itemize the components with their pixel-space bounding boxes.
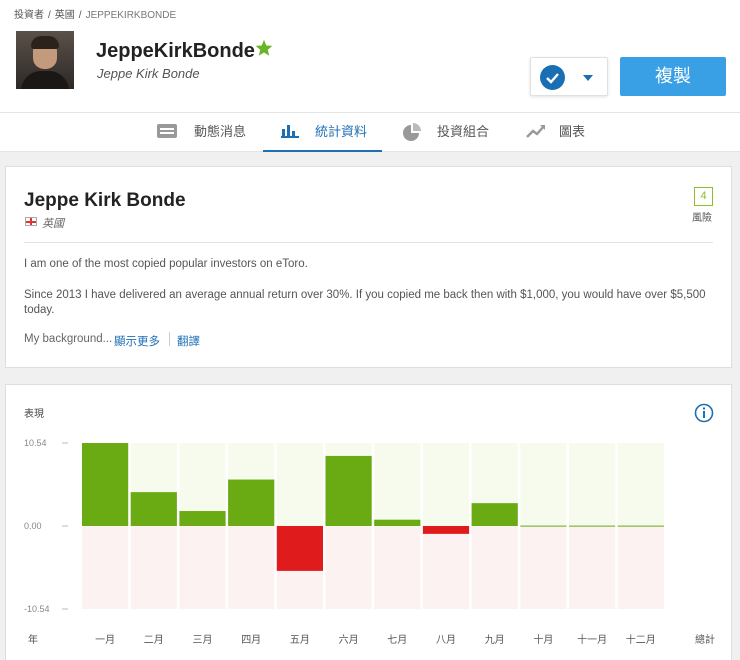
breadcrumb-country[interactable]: 英國 xyxy=(55,10,75,21)
tab-stats-label: 統計資料 xyxy=(315,124,368,139)
chart-column-bg xyxy=(520,526,567,609)
watchlist-dropdown-button[interactable] xyxy=(530,57,608,96)
performance-card: 表現 10.54 0.00 -10.54 年一月 二月 三月 四月 五月 六月 七月 八月 九月 十月十… xyxy=(5,384,732,660)
feed-icon xyxy=(157,124,177,138)
x-tick-label: 六月 xyxy=(339,634,359,646)
chart-bar xyxy=(179,511,226,526)
link-separator xyxy=(169,332,170,346)
chart-column-bg xyxy=(82,526,129,609)
breadcrumb: 投資者 / 英國 / JEPPEKIRKBONDE xyxy=(14,6,180,21)
x-tick-label: 九月 xyxy=(485,634,505,646)
copy-button[interactable]: 複製 xyxy=(620,57,726,96)
x-tick-label: 十一月 xyxy=(577,633,607,646)
pie-chart-icon xyxy=(403,123,421,141)
bio-background: My background... xyxy=(24,333,113,345)
full-name: Jeppe Kirk Bonde xyxy=(97,66,200,81)
chart-bar xyxy=(276,526,323,571)
chart-column-bg xyxy=(569,526,616,609)
bio-line-2: Since 2013 I have delivered an average a… xyxy=(24,289,706,316)
risk-score-badge[interactable]: 4 xyxy=(694,187,713,206)
y-tick-label: 0.00 xyxy=(24,521,42,531)
translate-link[interactable]: 翻譯 xyxy=(177,333,200,349)
chart-column-bg xyxy=(130,526,177,609)
about-country: 英國 xyxy=(42,218,64,230)
uk-flag-icon xyxy=(25,217,37,226)
bio-line-1: I am one of the most copied popular inve… xyxy=(24,258,308,270)
x-tick-label: 一月 xyxy=(95,634,115,646)
x-tick-label: 八月 xyxy=(436,634,456,646)
x-axis-year-label: 年 xyxy=(28,633,38,646)
breadcrumb-current: JEPPEKIRKBONDE xyxy=(85,10,177,21)
profile-header: 投資者 / 英國 / JEPPEKIRKBONDE JeppeKirkBonde Jep… xyxy=(0,0,740,112)
chart-column-bg xyxy=(520,443,567,526)
chart-bar xyxy=(471,503,518,526)
chart-column-bg xyxy=(374,526,421,609)
x-tick-label: 三月 xyxy=(193,634,213,646)
tab-feed-label: 動態消息 xyxy=(194,124,247,139)
performance-chart: 10.54 0.00 -10.54 年 一月 二月 三月 四月 五月 六月 七月 八月 九月 十月 十一月 十… xyxy=(24,438,715,646)
chart-column-bg xyxy=(325,526,372,609)
chart-column-bg xyxy=(228,526,275,609)
chart-bar xyxy=(130,492,177,526)
chart-column-bg xyxy=(422,443,470,526)
chart-bar xyxy=(569,525,616,527)
chart-column-bg xyxy=(617,526,664,609)
chevron-down-icon xyxy=(583,75,593,81)
x-tick-label: 十二月 xyxy=(626,633,656,646)
chart-bar xyxy=(228,479,275,526)
profile-tabs: 動態消息 統計資料 投資組合 圖表 xyxy=(0,112,740,152)
star-icon xyxy=(255,39,273,56)
y-tick-label: 10.54 xyxy=(24,438,47,448)
x-tick-label: 二月 xyxy=(144,634,164,646)
x-axis-total-label: 總計 xyxy=(695,633,715,646)
line-chart-icon xyxy=(526,125,545,138)
chart-bar xyxy=(617,525,664,527)
check-icon xyxy=(540,65,565,90)
x-tick-label: 四月 xyxy=(241,634,261,646)
tab-chart-label: 圖表 xyxy=(559,124,586,139)
about-card: Jeppe Kirk Bonde 英國 4 風險 I am one of the… xyxy=(5,166,732,368)
risk-label: 風險 xyxy=(692,213,712,224)
about-name: Jeppe Kirk Bonde xyxy=(24,190,186,211)
tab-chart[interactable]: 圖表 xyxy=(526,113,596,152)
chart-bar xyxy=(520,525,567,527)
breadcrumb-investors[interactable]: 投資者 xyxy=(14,10,44,21)
x-tick-label: 七月 xyxy=(387,634,407,646)
bar-chart-icon xyxy=(281,125,299,138)
x-tick-label: 十月 xyxy=(533,633,553,646)
chart-bar xyxy=(325,455,372,526)
chart-column-bg xyxy=(374,443,421,526)
chart-column-bg xyxy=(422,526,470,609)
breadcrumb-separator: / xyxy=(48,10,51,21)
chart-bar xyxy=(374,519,421,526)
y-tick-label: -10.54 xyxy=(24,604,50,614)
chart-bar xyxy=(422,526,470,534)
breadcrumb-separator: / xyxy=(78,10,82,21)
tab-portfolio-label: 投資組合 xyxy=(437,124,490,139)
chart-column-bg xyxy=(276,443,323,526)
chart-column-bg xyxy=(617,443,664,526)
chart-column-bg xyxy=(569,443,616,526)
divider xyxy=(24,242,713,243)
tab-portfolio[interactable]: 投資組合 xyxy=(402,113,502,152)
tab-feed[interactable]: 動態消息 xyxy=(156,113,251,152)
show-more-link[interactable]: 顯示更多 xyxy=(114,333,160,349)
chart-column-bg xyxy=(179,526,226,609)
username: JeppeKirkBonde xyxy=(96,40,255,62)
chart-bar xyxy=(82,443,129,526)
chart-column-bg xyxy=(471,526,518,609)
avatar xyxy=(16,31,74,89)
x-tick-label: 五月 xyxy=(290,634,310,646)
tab-stats[interactable]: 統計資料 xyxy=(263,113,382,152)
